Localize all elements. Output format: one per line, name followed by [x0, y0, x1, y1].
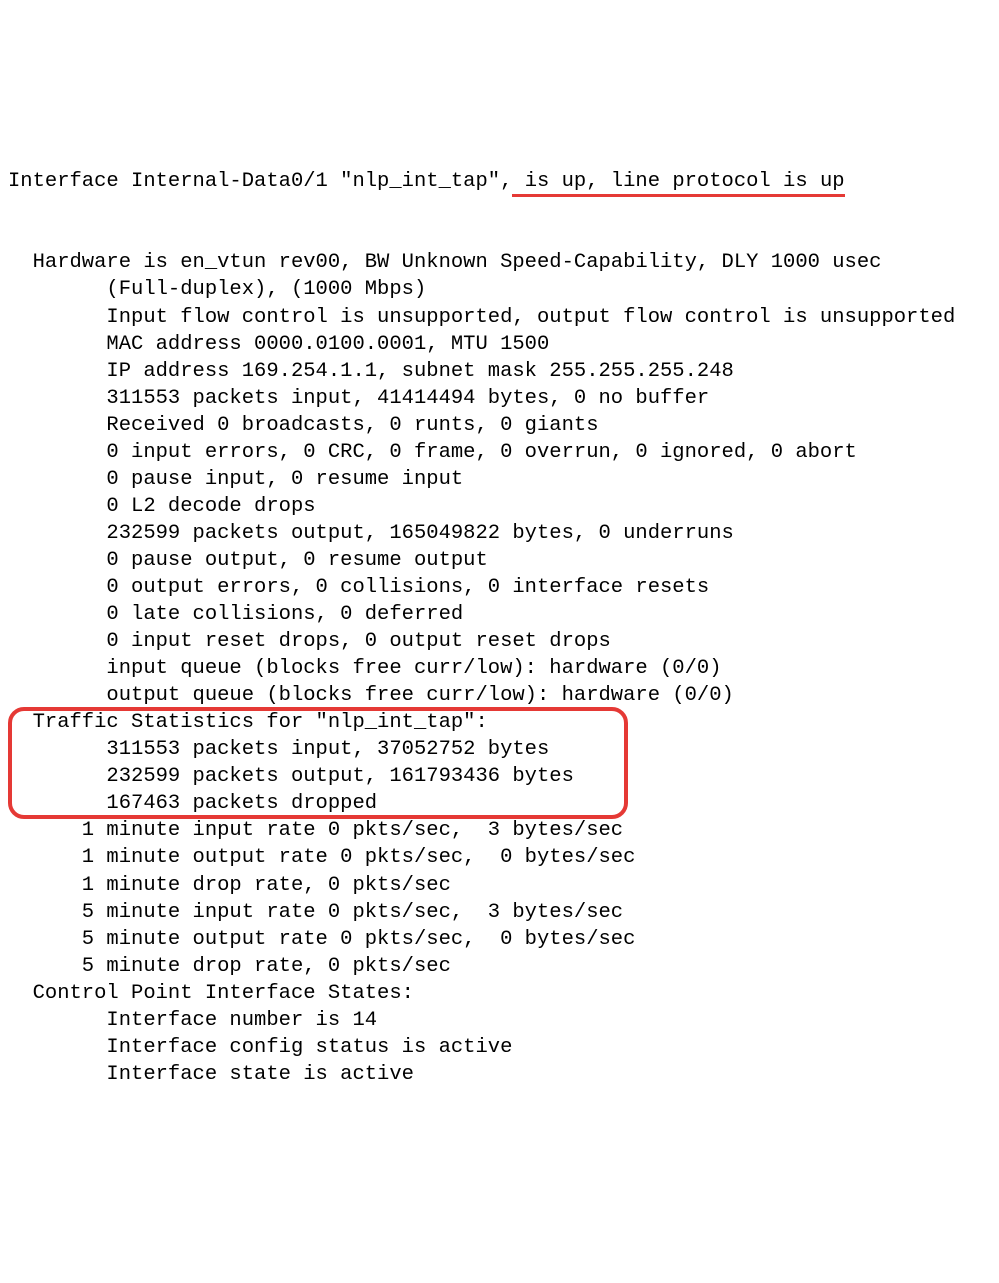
detail-line: 0 input reset drops, 0 output reset drop… [8, 628, 991, 655]
detail-line: 0 late collisions, 0 deferred [8, 601, 991, 628]
traffic-stats-line: 167463 packets dropped [8, 790, 991, 817]
detail-line: Hardware is en_vtun rev00, BW Unknown Sp… [8, 249, 991, 276]
control-point-line: Interface state is active [8, 1061, 991, 1088]
traffic-stats-line: Traffic Statistics for "nlp_int_tap": [8, 709, 991, 736]
detail-line: 0 pause output, 0 resume output [8, 547, 991, 574]
detail-line: MAC address 0000.0100.0001, MTU 1500 [8, 331, 991, 358]
control-point-line: Control Point Interface States: [8, 980, 991, 1007]
traffic-stats-line: 311553 packets input, 37052752 bytes [8, 736, 991, 763]
rate-line: 1 minute input rate 0 pkts/sec, 3 bytes/… [8, 817, 991, 844]
detail-line: 311553 packets input, 41414494 bytes, 0 … [8, 385, 991, 412]
cli-output: Interface Internal-Data0/1 "nlp_int_tap"… [8, 114, 991, 1142]
detail-line: (Full-duplex), (1000 Mbps) [8, 276, 991, 303]
control-point-line: Interface config status is active [8, 1034, 991, 1061]
detail-line: Received 0 broadcasts, 0 runts, 0 giants [8, 412, 991, 439]
detail-line: output queue (blocks free curr/low): har… [8, 682, 991, 709]
detail-line: 0 output errors, 0 collisions, 0 interfa… [8, 574, 991, 601]
rate-line: 1 minute drop rate, 0 pkts/sec [8, 872, 991, 899]
detail-line: IP address 169.254.1.1, subnet mask 255.… [8, 358, 991, 385]
detail-line: 0 input errors, 0 CRC, 0 frame, 0 overru… [8, 439, 991, 466]
interface-header-line: Interface Internal-Data0/1 "nlp_int_tap"… [8, 168, 991, 195]
interface-header-prefix: Interface Internal-Data0/1 "nlp_int_tap"… [8, 170, 512, 193]
rate-line: 5 minute output rate 0 pkts/sec, 0 bytes… [8, 926, 991, 953]
detail-line: Input flow control is unsupported, outpu… [8, 304, 991, 331]
interface-body: Hardware is en_vtun rev00, BW Unknown Sp… [8, 249, 991, 1087]
rate-line: 5 minute drop rate, 0 pkts/sec [8, 953, 991, 980]
detail-line: input queue (blocks free curr/low): hard… [8, 655, 991, 682]
traffic-stats-line: 232599 packets output, 161793436 bytes [8, 763, 991, 790]
detail-line: 0 pause input, 0 resume input [8, 466, 991, 493]
control-point-line: Interface number is 14 [8, 1007, 991, 1034]
detail-line: 0 L2 decode drops [8, 493, 991, 520]
interface-status-underlined: is up, line protocol is up [512, 168, 844, 195]
detail-line: 232599 packets output, 165049822 bytes, … [8, 520, 991, 547]
rate-line: 5 minute input rate 0 pkts/sec, 3 bytes/… [8, 899, 991, 926]
